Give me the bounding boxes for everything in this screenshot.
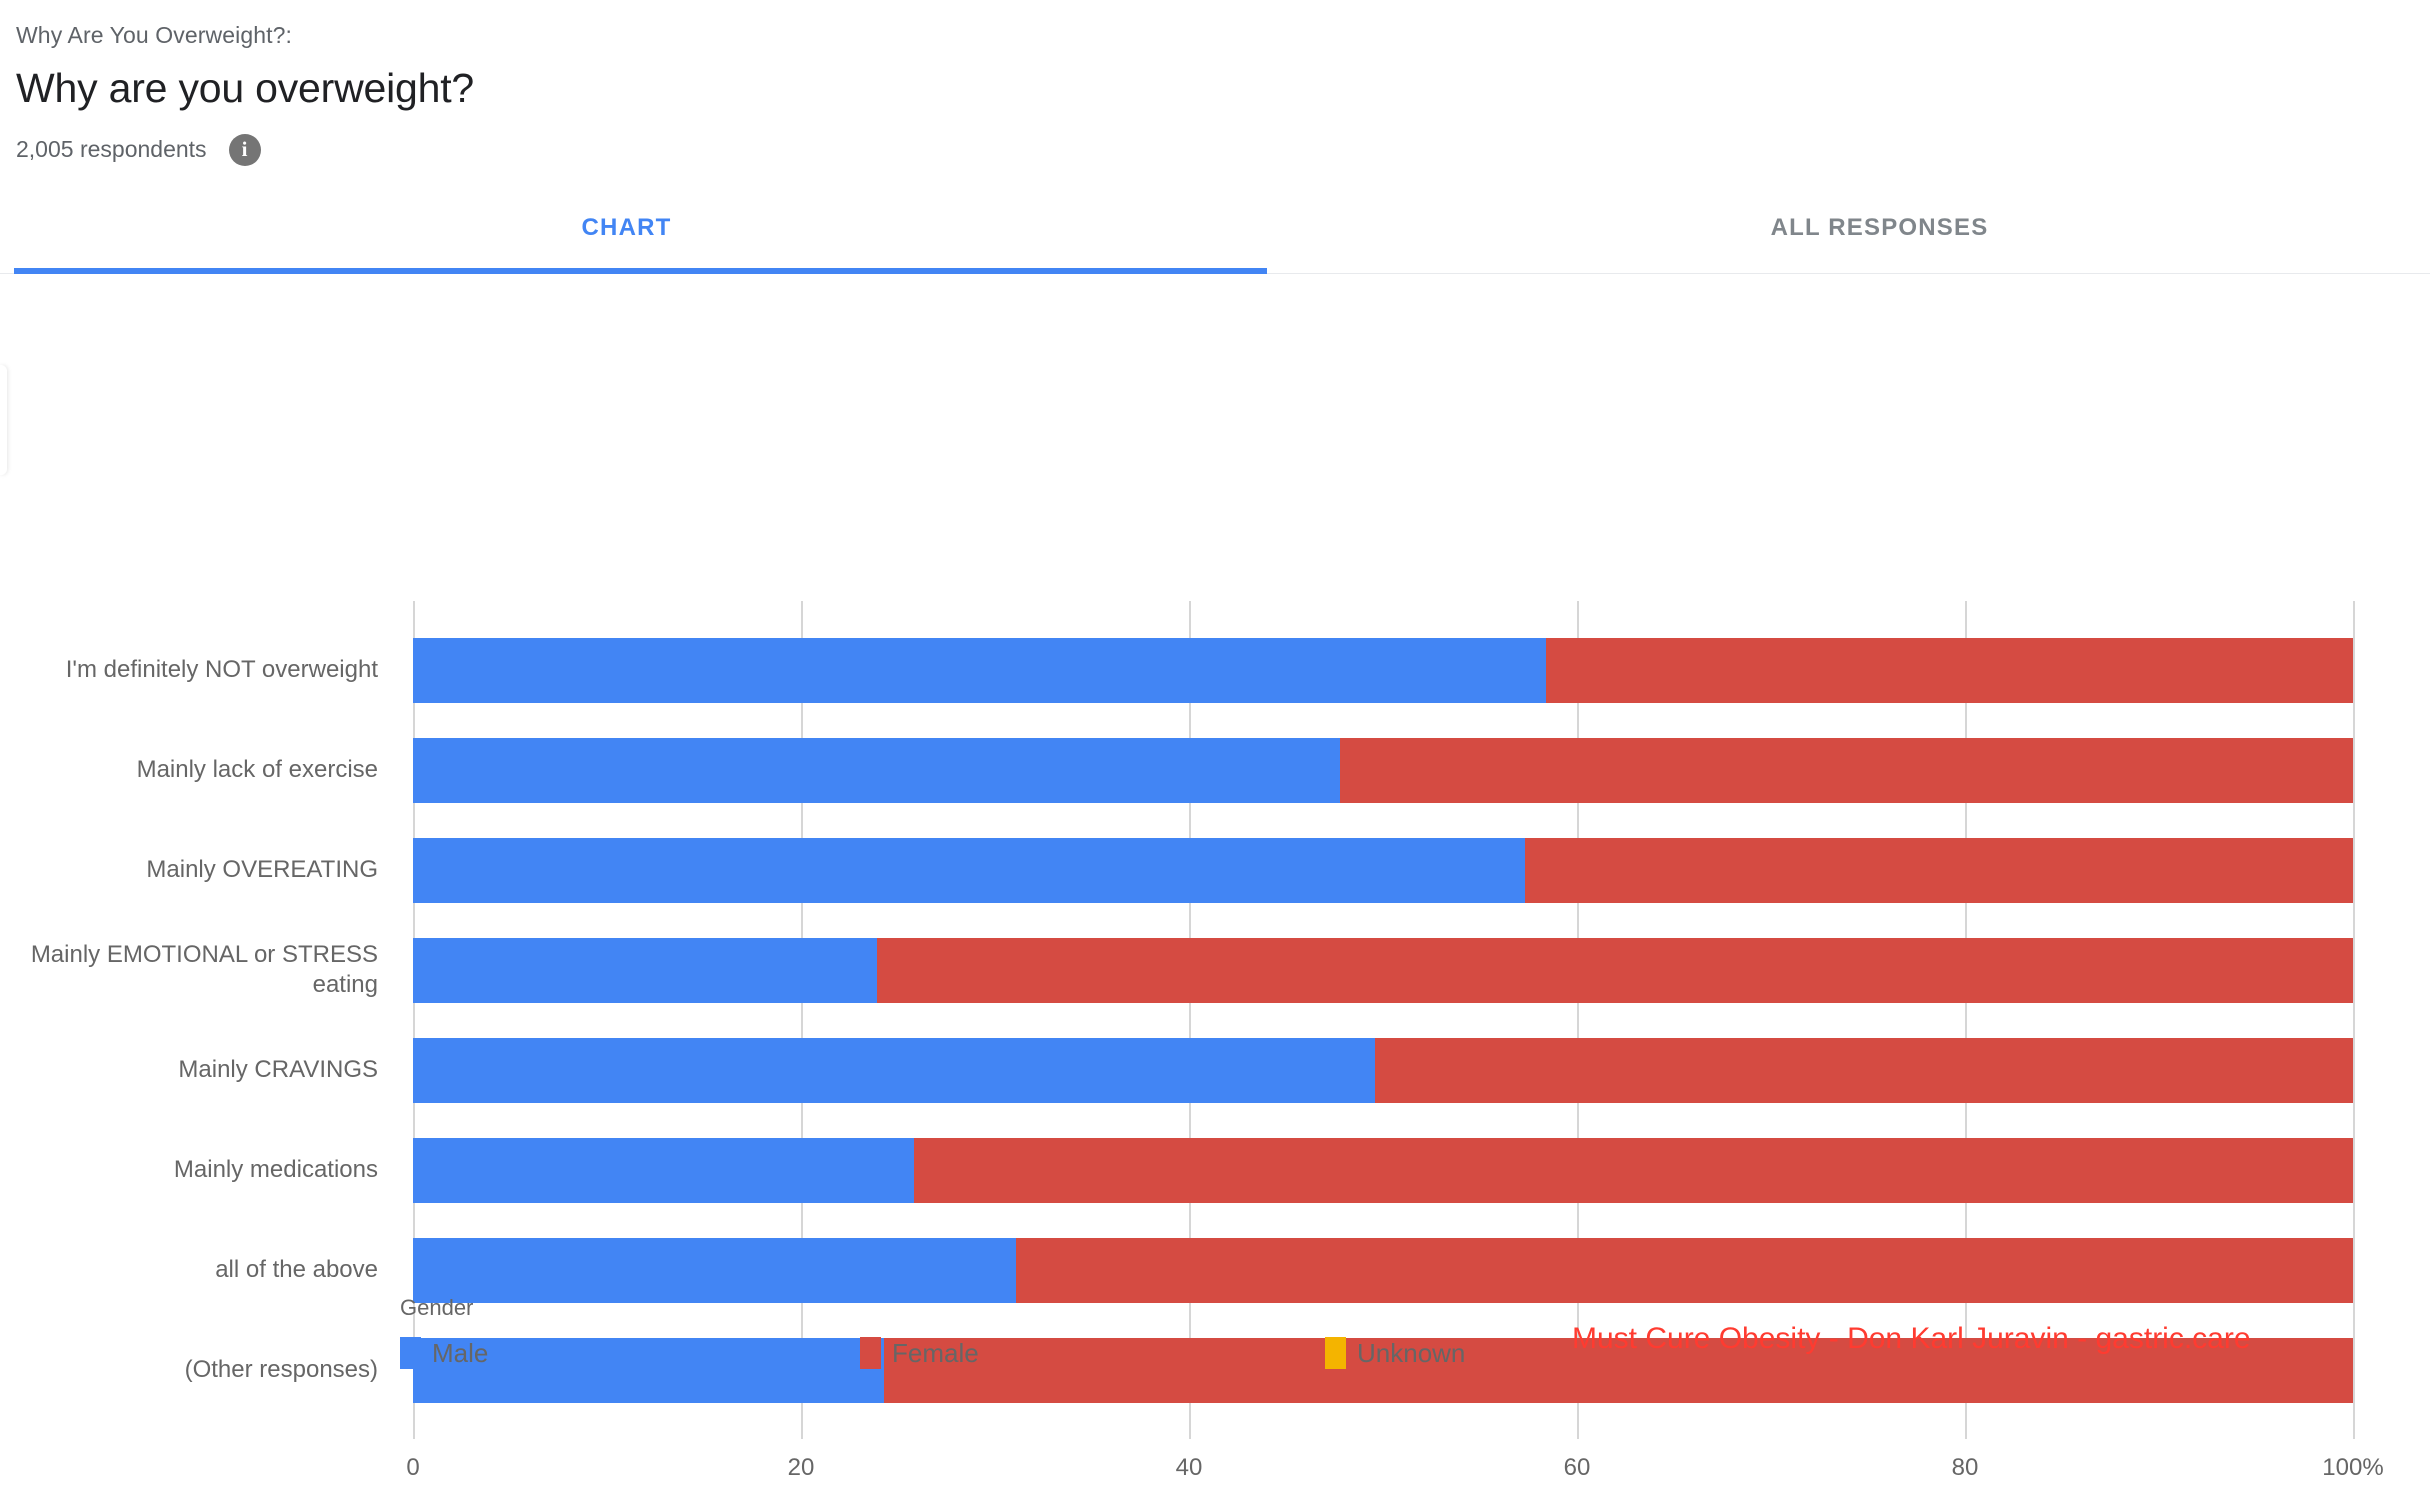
bar-row[interactable]	[413, 1137, 2353, 1203]
legend-swatch-male	[400, 1337, 421, 1369]
bar-segment-female[interactable]	[913, 1137, 2353, 1203]
bar-segment-male[interactable]	[413, 1037, 1376, 1103]
bar-segment-female[interactable]	[1545, 637, 2353, 703]
y-axis-labels: I'm definitely NOT overweight Mainly lack…	[0, 601, 400, 1439]
x-axis-tick: 80	[1951, 1453, 1979, 1481]
legend-label-male: Male	[432, 1337, 489, 1368]
y-axis-label: Mainly EMOTIONAL or STRESS eating	[30, 941, 378, 999]
bar-row[interactable]	[413, 1037, 2353, 1103]
legend-label-unknown: Unknown	[1357, 1337, 1466, 1368]
y-axis-label: I'm definitely NOT overweight	[65, 656, 378, 684]
y-axis-label: Mainly CRAVINGS	[178, 1056, 378, 1084]
bar-segment-female[interactable]	[1016, 1237, 2353, 1303]
breadcrumb: Why Are You Overweight?:	[16, 22, 292, 48]
bar-segment-male[interactable]	[413, 1237, 1017, 1303]
y-axis-label: Mainly lack of exercise	[136, 756, 378, 784]
x-axis-tick: 100%	[2322, 1453, 2384, 1481]
x-axis-ticks: 0 20 40 60 80 100%	[0, 1454, 2430, 1504]
y-axis-label: Mainly medications	[173, 1156, 378, 1184]
legend-items: Male Female Unknown	[400, 1337, 1600, 1369]
y-axis-label: (Other responses)	[184, 1356, 378, 1384]
chart-legend: Gender Male Female Unknown	[400, 1295, 1600, 1369]
bar-segment-male[interactable]	[413, 737, 1341, 803]
page-header: Why Are You Overweight?: Why are you ove…	[0, 0, 2430, 166]
respondent-row: 2,005 respondents i	[16, 133, 2430, 166]
y-axis-label: all of the above	[215, 1256, 378, 1284]
bar-segment-male[interactable]	[413, 1137, 914, 1203]
chart-canvas: I'm definitely NOT overweight Mainly lack…	[0, 274, 2430, 1481]
tab-all-responses[interactable]: ALL RESPONSES	[1253, 212, 2430, 273]
bar-segment-male[interactable]	[413, 937, 877, 1003]
respondent-count: 2,005 respondents	[16, 136, 207, 163]
legend-item-female[interactable]: Female	[860, 1337, 1325, 1369]
bar-row[interactable]	[413, 637, 2353, 703]
gridline	[2353, 600, 2355, 1439]
watermark-text: Must Cure Obesity - Don Karl Juravin - g…	[1572, 1322, 2251, 1355]
bar-row[interactable]	[413, 937, 2353, 1003]
page-title: Why are you overweight?	[16, 64, 475, 111]
x-axis-tick: 40	[1175, 1453, 1203, 1481]
bar-segment-female[interactable]	[1340, 737, 2353, 803]
gridline	[1965, 600, 1967, 1439]
y-axis-label: Mainly OVEREATING	[146, 856, 378, 884]
bar-segment-female[interactable]	[1524, 837, 2353, 903]
legend-item-male[interactable]: Male	[400, 1337, 860, 1369]
bar-segment-male[interactable]	[413, 637, 1546, 703]
legend-swatch-female	[860, 1337, 881, 1369]
x-axis-tick: 60	[1563, 1453, 1591, 1481]
bar-segment-male[interactable]	[413, 837, 1525, 903]
bar-row[interactable]	[413, 1237, 2353, 1303]
bar-segment-female[interactable]	[876, 937, 2353, 1003]
x-axis-tick: 20	[787, 1453, 815, 1481]
bar-row[interactable]	[413, 737, 2353, 803]
x-axis-tick: 0	[406, 1453, 420, 1481]
tab-chart[interactable]: CHART	[0, 212, 1253, 273]
legend-title: Gender	[400, 1295, 474, 1320]
bar-segment-female[interactable]	[1375, 1037, 2353, 1103]
legend-label-female: Female	[892, 1337, 979, 1368]
info-icon[interactable]: i	[228, 133, 261, 166]
tab-bar: CHART ALL RESPONSES	[0, 212, 2430, 274]
legend-item-unknown[interactable]: Unknown	[1325, 1337, 1465, 1369]
legend-swatch-unknown	[1325, 1337, 1346, 1369]
bar-row[interactable]	[413, 837, 2353, 903]
